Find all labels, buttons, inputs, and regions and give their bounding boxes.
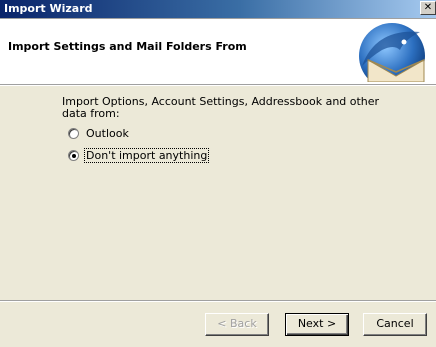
wizard-header: Import Settings and Mail Folders From xyxy=(0,18,436,85)
close-button[interactable]: ✕ xyxy=(420,1,436,15)
import-description: Import Options, Account Settings, Addres… xyxy=(62,95,380,120)
next-button[interactable]: Next > xyxy=(285,313,349,336)
cancel-button[interactable]: Cancel xyxy=(363,313,427,336)
page-title: Import Settings and Mail Folders From xyxy=(8,40,247,53)
footer-divider-highlight xyxy=(0,301,436,302)
header-divider-highlight xyxy=(0,85,436,86)
title-bar: Import Wizard ✕ xyxy=(0,0,436,18)
option-outlook-label[interactable]: Outlook xyxy=(85,127,130,140)
option-dont-import-label[interactable]: Don't import anything xyxy=(83,148,210,163)
radio-outlook[interactable] xyxy=(68,128,79,139)
import-options-panel: Import Options, Account Settings, Addres… xyxy=(62,96,402,120)
option-dont-import[interactable]: Don't import anything xyxy=(68,148,210,163)
thunderbird-logo-icon xyxy=(359,23,425,82)
back-button[interactable]: < Back xyxy=(205,313,269,336)
window-title: Import Wizard xyxy=(4,2,93,15)
close-icon: ✕ xyxy=(423,2,433,13)
option-outlook[interactable]: Outlook xyxy=(68,127,130,140)
radio-dont-import[interactable] xyxy=(68,150,79,161)
